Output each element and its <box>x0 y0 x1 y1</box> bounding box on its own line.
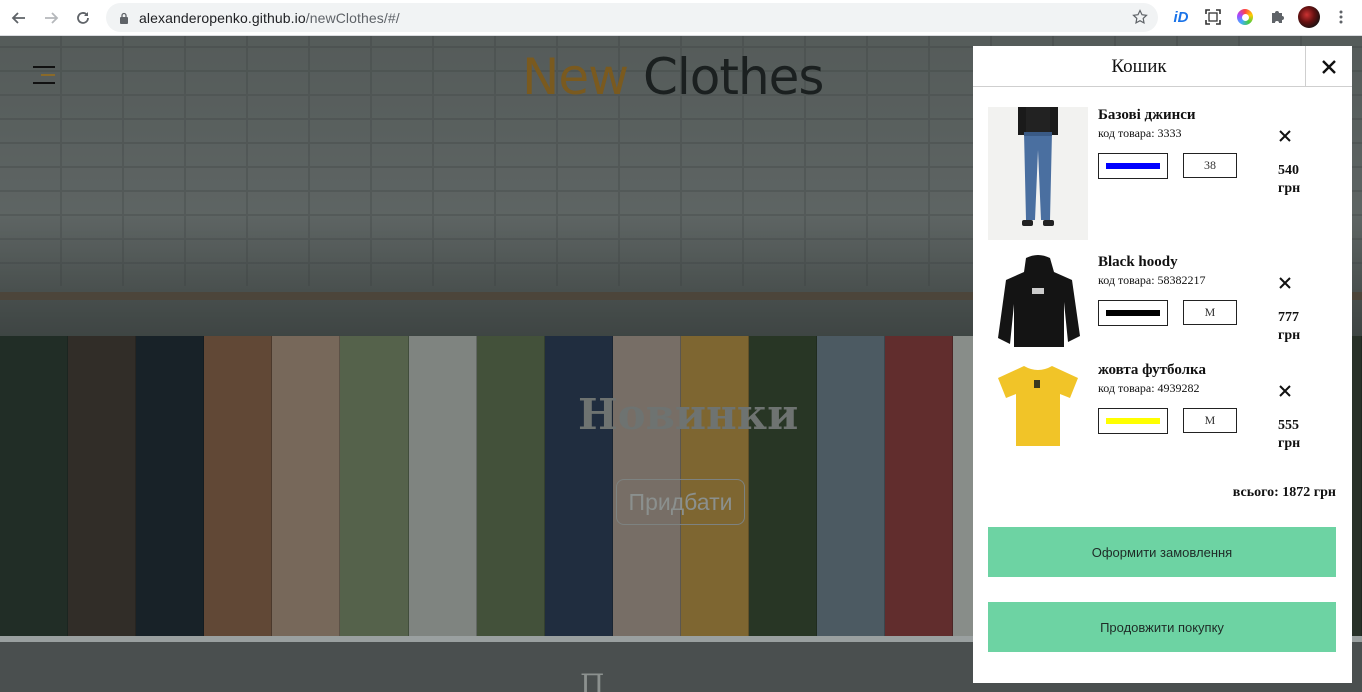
remove-item-icon[interactable] <box>1278 276 1292 290</box>
cart-header: Кошик <box>973 46 1352 87</box>
cart-total: всього: 1872 грн <box>1232 485 1336 500</box>
item-code: код товара: 3333 <box>1098 126 1182 140</box>
remove-item-icon[interactable] <box>1278 384 1292 398</box>
item-name[interactable]: Black hoody <box>1098 254 1178 271</box>
item-price: 777 грн <box>1278 310 1301 343</box>
screenshot-icon[interactable] <box>1201 5 1225 29</box>
color-selector[interactable] <box>1098 300 1168 326</box>
browser-toolbar: alexanderopenko.github.io/newClothes/#/ … <box>0 0 1362 36</box>
size-selector[interactable]: M <box>1183 408 1237 433</box>
cart-panel: Кошик Базові джинси код товара: 3333 38 … <box>973 46 1352 683</box>
item-code: код товара: 58382217 <box>1098 273 1206 287</box>
next-section-title: П <box>580 668 605 692</box>
cart-item: жовта футболка код товара: 4939282 M 555… <box>988 362 1338 497</box>
color-selector[interactable] <box>1098 408 1168 434</box>
hamburger-menu-icon[interactable] <box>33 66 55 84</box>
hoody-product-image[interactable] <box>988 254 1088 347</box>
close-icon <box>1322 59 1336 74</box>
checkout-button[interactable]: Оформити замовлення <box>988 527 1336 577</box>
jeans-product-image[interactable] <box>988 107 1088 240</box>
bookmark-star-icon[interactable] <box>1132 9 1148 25</box>
item-code: код товара: 4939282 <box>1098 381 1200 395</box>
cart-item: Базові джинси код товара: 3333 38 540 гр… <box>988 107 1338 242</box>
url-text: alexanderopenko.github.io/newClothes/#/ <box>139 9 400 26</box>
remove-item-icon[interactable] <box>1278 129 1292 143</box>
item-price: 555 грн <box>1278 418 1301 451</box>
item-name[interactable]: жовта футболка <box>1098 362 1206 379</box>
color-selector[interactable] <box>1098 153 1168 179</box>
color-wheel-extension-icon[interactable] <box>1233 5 1257 29</box>
forward-icon[interactable] <box>35 2 67 34</box>
item-price: 540 грн <box>1278 163 1301 196</box>
color-swatch <box>1106 310 1160 316</box>
browser-menu-icon[interactable] <box>1329 5 1353 29</box>
site-logo[interactable]: New Clothes <box>522 48 824 106</box>
color-swatch <box>1106 418 1160 424</box>
close-cart-button[interactable] <box>1305 46 1352 87</box>
cart-title: Кошик <box>1111 55 1167 77</box>
item-name[interactable]: Базові джинси <box>1098 107 1196 124</box>
reload-icon[interactable] <box>67 2 99 34</box>
profile-avatar-icon[interactable] <box>1297 5 1321 29</box>
address-bar[interactable]: alexanderopenko.github.io/newClothes/#/ <box>106 3 1158 32</box>
puzzle-extensions-icon[interactable] <box>1265 5 1289 29</box>
color-swatch <box>1106 163 1160 169</box>
id-extension-icon[interactable]: iD <box>1169 5 1193 29</box>
lock-icon <box>120 12 128 24</box>
hero-title: Новинки <box>578 390 799 439</box>
back-icon[interactable] <box>3 2 35 34</box>
buy-button[interactable]: Придбати <box>616 479 745 525</box>
tshirt-product-image[interactable] <box>988 362 1088 452</box>
size-selector[interactable]: 38 <box>1183 153 1237 178</box>
size-selector[interactable]: M <box>1183 300 1237 325</box>
continue-shopping-button[interactable]: Продовжити покупку <box>988 602 1336 652</box>
